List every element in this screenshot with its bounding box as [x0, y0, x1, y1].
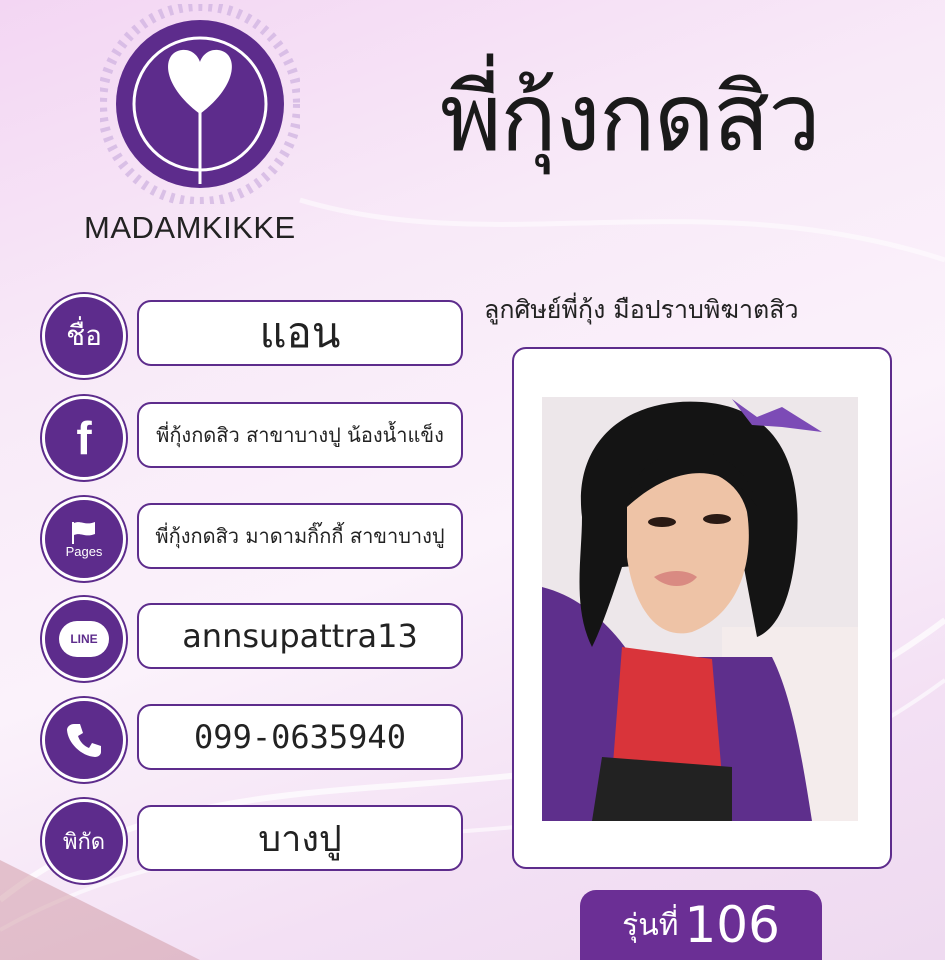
- phone-field[interactable]: 099-0635940: [137, 704, 463, 770]
- subtitle: ลูกศิษย์พี่กุ้ง มือปราบพิฆาตสิว: [484, 295, 799, 324]
- facebook-field[interactable]: พี่กุ้งกดสิว สาขาบางปู น้องน้ำแข็ง: [137, 402, 463, 468]
- madamkikke-logo: [100, 4, 300, 204]
- phone-glyph: [67, 724, 101, 757]
- name-icon-label: ชื่อ: [66, 319, 102, 352]
- line-id-field[interactable]: annsupattra13: [137, 603, 463, 669]
- line-icon-label: LINE: [70, 632, 98, 646]
- badge-label: รุ่นที่: [622, 907, 679, 943]
- name-icon: ชื่อ: [42, 294, 126, 378]
- facebook-icon-label: f: [76, 412, 92, 464]
- location-field: บางปู: [137, 805, 463, 871]
- pages-icon-label: Pages: [65, 543, 103, 559]
- flag-icon: [72, 521, 95, 544]
- name-field: แอน: [137, 300, 463, 366]
- facebook-icon[interactable]: f: [42, 396, 126, 480]
- line-bubble: LINE: [59, 621, 109, 657]
- phone-icon[interactable]: [42, 698, 126, 782]
- brand-name: MADAMKIKKE: [84, 210, 296, 245]
- location-icon: พิกัด: [42, 799, 126, 883]
- pages-field[interactable]: พี่กุ้งกดสิว มาดามกิ๊กกี้ สาขาบางปู: [137, 503, 463, 569]
- pages-flag-icon[interactable]: Pages: [42, 497, 126, 581]
- profile-photo: [542, 397, 858, 821]
- location-icon-label: พิกัด: [62, 829, 106, 855]
- line-icon[interactable]: LINE: [42, 597, 126, 681]
- generation-badge: รุ่นที่ 106: [580, 890, 822, 960]
- page-title: พี่กุ้งกดสิว: [440, 64, 821, 173]
- badge-number: 106: [684, 896, 780, 954]
